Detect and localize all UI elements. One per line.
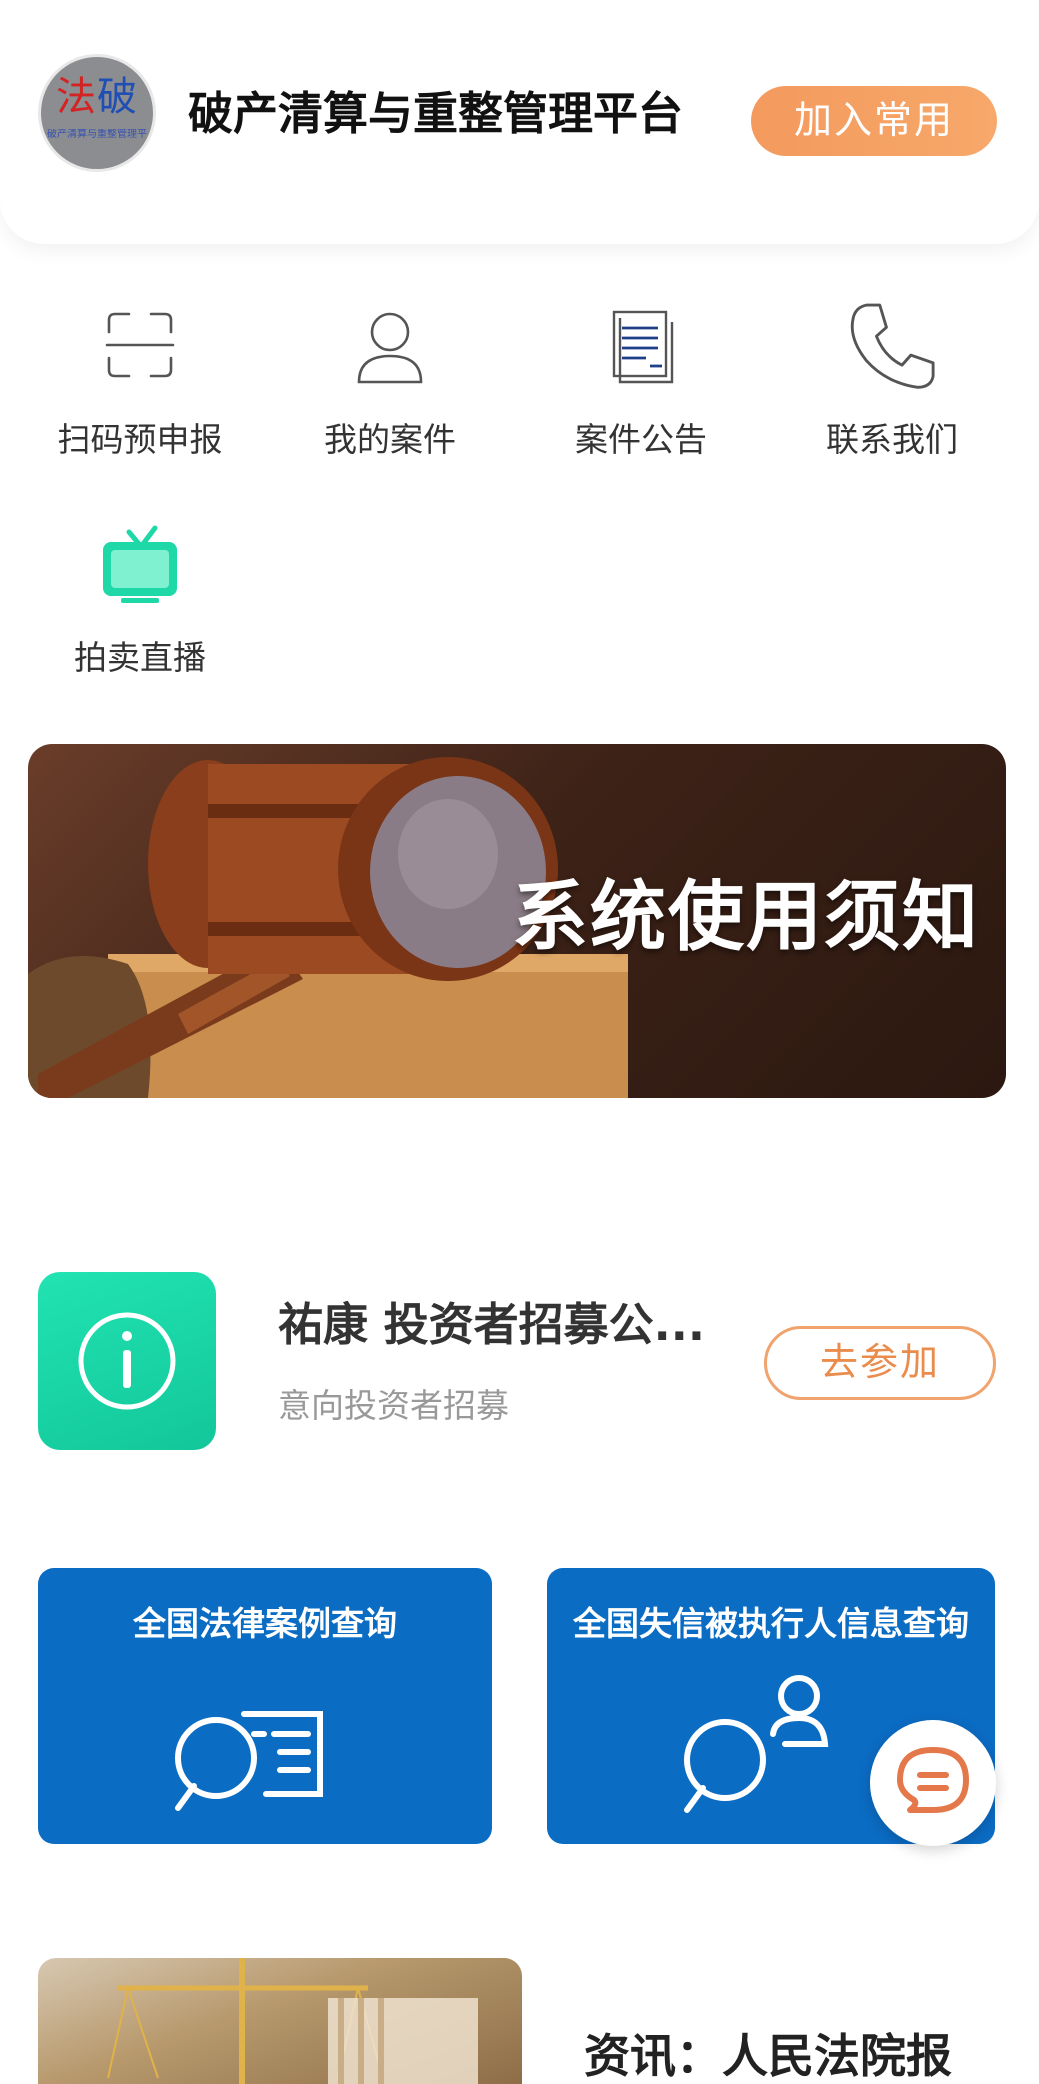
query-card-title: 全国失信被执行人信息查询	[573, 1604, 969, 1643]
search-person-icon	[684, 1675, 829, 1813]
quick-action-label: 联系我们	[826, 420, 958, 459]
logo-char-red: 法	[56, 74, 97, 120]
quick-action-my-cases[interactable]: 我的案件	[290, 300, 490, 470]
app-logo: 法破 破产清算与重整管理平台	[38, 54, 156, 172]
quick-action-case-announcements[interactable]: 案件公告	[541, 300, 741, 470]
banner-text: 系统使用须知	[512, 872, 980, 961]
quick-action-label: 拍卖直播	[74, 638, 206, 677]
quick-action-contact-us[interactable]: 联系我们	[792, 300, 992, 470]
header-card: 法破 破产清算与重整管理平台 破产清算与重整管理平台 加入常用	[0, 0, 1039, 244]
notice-title[interactable]: 祐康 投资者招募公...	[278, 1296, 705, 1354]
scales-of-justice-image	[107, 1958, 478, 2084]
chat-button[interactable]	[870, 1720, 996, 1846]
add-to-favorites-button[interactable]: 加入常用	[751, 86, 997, 156]
app-title: 破产清算与重整管理平台	[188, 87, 684, 140]
legal-case-query-card[interactable]: 全国法律案例查询	[38, 1568, 492, 1844]
info-icon	[78, 1312, 176, 1410]
quick-action-label: 案件公告	[575, 420, 707, 459]
quick-action-live-auction[interactable]: 拍卖直播	[40, 518, 240, 688]
notice-subtitle: 意向投资者招募	[278, 1386, 509, 1425]
news-title[interactable]: 资讯：人民法院报	[584, 2026, 952, 2084]
scan-icon	[105, 312, 175, 378]
tv-icon	[103, 525, 177, 603]
quick-action-label: 我的案件	[324, 420, 456, 459]
search-document-icon	[175, 1711, 323, 1811]
query-card-title: 全国法律案例查询	[133, 1604, 397, 1643]
chat-icon	[897, 1747, 969, 1813]
user-icon	[357, 312, 423, 384]
quick-action-label: 扫码预申报	[57, 420, 223, 459]
system-notice-banner[interactable]: 系统使用须知	[28, 744, 1006, 1098]
phone-icon	[850, 303, 935, 389]
logo-subtext: 破产清算与重整管理平台	[47, 129, 147, 140]
document-icon	[612, 310, 674, 384]
logo-char-blue: 破	[97, 74, 138, 120]
notice-thumbnail	[38, 1272, 216, 1450]
news-thumbnail[interactable]	[38, 1958, 522, 2084]
join-button[interactable]: 去参加	[764, 1326, 996, 1400]
quick-action-scan-pre-declare[interactable]: 扫码预申报	[40, 300, 240, 470]
